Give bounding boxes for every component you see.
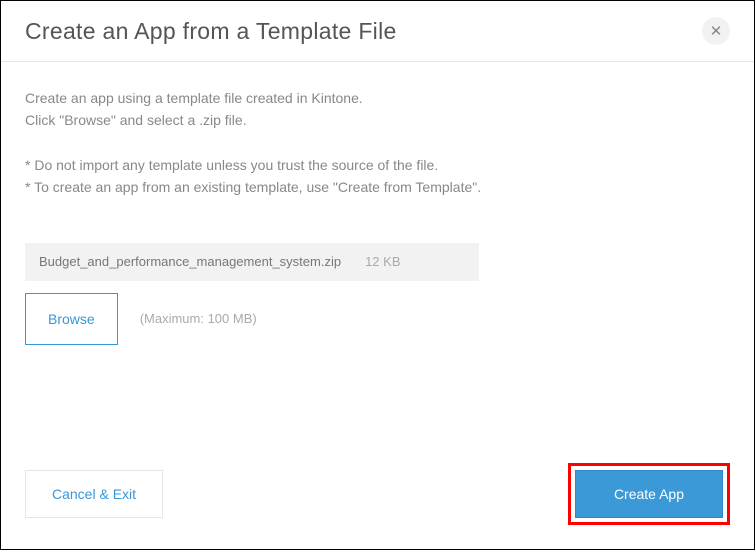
note-1: * Do not import any template unless you … [25, 155, 730, 177]
dialog-footer: Cancel & Exit Create App [1, 443, 754, 549]
intro-text: Create an app using a template file crea… [25, 88, 730, 131]
file-name: Budget_and_performance_management_system… [39, 252, 341, 272]
create-app-highlight: Create App [568, 463, 730, 525]
file-size: 12 KB [365, 252, 400, 272]
selected-file-row: Budget_and_performance_management_system… [25, 243, 479, 281]
intro-line-1: Create an app using a template file crea… [25, 88, 730, 110]
dialog-title: Create an App from a Template File [25, 18, 397, 45]
intro-line-2: Click "Browse" and select a .zip file. [25, 110, 730, 132]
note-2: * To create an app from an existing temp… [25, 177, 730, 199]
close-button[interactable]: ✕ [702, 17, 730, 45]
create-app-button[interactable]: Create App [575, 470, 723, 518]
notes-text: * Do not import any template unless you … [25, 155, 730, 198]
dialog-content: Create an app using a template file crea… [1, 62, 754, 345]
browse-button[interactable]: Browse [25, 293, 118, 345]
dialog-header: Create an App from a Template File ✕ [1, 1, 754, 62]
browse-row: Browse (Maximum: 100 MB) [25, 293, 730, 345]
cancel-exit-button[interactable]: Cancel & Exit [25, 470, 163, 518]
max-size-label: (Maximum: 100 MB) [140, 309, 257, 329]
close-icon: ✕ [710, 24, 723, 39]
